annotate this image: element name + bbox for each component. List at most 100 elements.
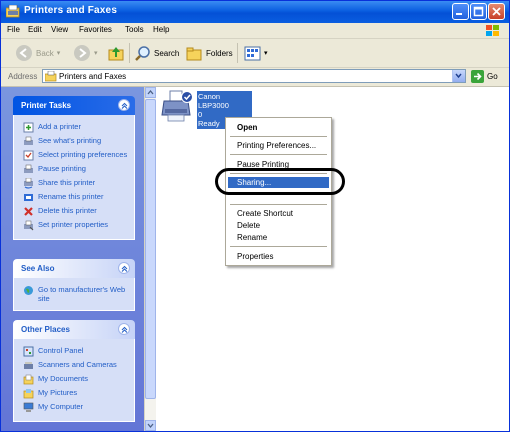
- place-my-documents[interactable]: My Documents: [14, 373, 134, 387]
- task-add-printer[interactable]: Add a printer: [14, 121, 134, 135]
- menu-item-printing-preferences[interactable]: Printing Preferences...: [228, 140, 329, 151]
- see-also-list: Go to manufacturer's Web site: [13, 278, 135, 311]
- menu-separator: [230, 246, 327, 247]
- menu-item-open[interactable]: Open: [228, 122, 329, 133]
- task-see-printing[interactable]: See what's printing: [14, 135, 134, 149]
- pictures-folder-icon: [23, 389, 34, 399]
- task-printing-preferences[interactable]: Select printing preferences: [14, 149, 134, 163]
- menu-favorites[interactable]: Favorites: [79, 25, 112, 34]
- minimize-button[interactable]: [452, 3, 469, 20]
- menu-tools[interactable]: Tools: [125, 25, 144, 34]
- menu-help[interactable]: Help: [153, 25, 169, 34]
- other-places-list: Control Panel Scanners and Cameras My Do…: [13, 339, 135, 422]
- back-button[interactable]: Back ▾: [15, 43, 60, 63]
- back-label: Back: [36, 48, 54, 58]
- scroll-thumb[interactable]: [145, 99, 156, 399]
- menu-edit[interactable]: Edit: [28, 25, 42, 34]
- task-printer-properties[interactable]: Set printer properties: [14, 219, 134, 233]
- toolbar: Back ▾ ▾ Search Folders ▾: [1, 39, 509, 68]
- preferences-icon: [23, 150, 34, 161]
- printer-icon[interactable]: [160, 89, 194, 125]
- other-places-title: Other Places: [21, 325, 70, 334]
- menu-view[interactable]: View: [51, 25, 68, 34]
- see-also-header[interactable]: See Also: [13, 259, 135, 278]
- control-panel-icon: [23, 346, 34, 357]
- place-control-panel[interactable]: Control Panel: [14, 345, 134, 359]
- address-dropdown-button[interactable]: [452, 70, 465, 82]
- printer-name: Canon LBP3000: [198, 92, 229, 110]
- scroll-up-icon: [147, 89, 154, 95]
- address-bar: Address Printers and Faxes Go: [1, 68, 509, 87]
- see-also-title: See Also: [21, 264, 55, 273]
- address-label: Address: [8, 72, 38, 81]
- up-folder-icon: [108, 47, 124, 61]
- toolbar-separator: [237, 43, 238, 63]
- place-my-pictures[interactable]: My Pictures: [14, 387, 134, 401]
- minimize-icon: [456, 13, 462, 15]
- add-printer-icon: [23, 122, 34, 133]
- menu-item-create-shortcut[interactable]: Create Shortcut: [228, 208, 329, 219]
- collapse-button[interactable]: [118, 99, 130, 111]
- views-dropdown-icon[interactable]: ▾: [264, 49, 268, 57]
- place-my-computer[interactable]: My Computer: [14, 401, 134, 415]
- address-field[interactable]: Printers and Faxes: [42, 69, 466, 83]
- menu-file[interactable]: File: [7, 25, 20, 34]
- scroll-down-button[interactable]: [145, 420, 156, 431]
- printer-queue-icon: [24, 136, 33, 145]
- globe-icon: [24, 286, 33, 295]
- printer-tasks-title: Printer Tasks: [21, 101, 72, 110]
- computer-icon: [23, 402, 34, 412]
- properties-icon: [24, 220, 34, 231]
- printer-folder-icon: [6, 5, 20, 18]
- views-icon: [244, 46, 261, 60]
- task-share-printer[interactable]: Share this printer: [14, 177, 134, 191]
- task-pause-printing[interactable]: Pause printing: [14, 163, 134, 177]
- documents-folder-icon: [23, 374, 34, 385]
- back-dropdown-icon[interactable]: ▾: [57, 49, 61, 57]
- other-places-header[interactable]: Other Places: [13, 320, 135, 339]
- menu-bar: File Edit View Favorites Tools Help: [1, 23, 509, 39]
- maximize-button[interactable]: [470, 3, 487, 20]
- forward-dropdown-icon[interactable]: ▾: [94, 49, 98, 57]
- title-bar[interactable]: Printers and Faxes: [1, 1, 509, 23]
- printer-tasks-header[interactable]: Printer Tasks: [13, 96, 135, 115]
- folders-button[interactable]: Folders: [186, 43, 233, 63]
- up-folder-button[interactable]: [107, 43, 125, 63]
- place-scanners-cameras[interactable]: Scanners and Cameras: [14, 359, 134, 373]
- task-pane-scrollbar[interactable]: [144, 87, 156, 431]
- delete-icon: [24, 207, 33, 216]
- folders-icon: [186, 47, 202, 60]
- menu-item-rename[interactable]: Rename: [228, 232, 329, 243]
- printer-tasks-panel: Printer Tasks Add a printer See what's p…: [13, 96, 135, 240]
- printer-tasks-list: Add a printer See what's printing Select…: [13, 115, 135, 240]
- close-button[interactable]: [488, 3, 505, 20]
- menu-item-delete[interactable]: Delete: [228, 220, 329, 231]
- printer-list-area[interactable]: Canon LBP3000 0 Ready: [156, 87, 509, 431]
- task-pane: Printer Tasks Add a printer See what's p…: [1, 87, 144, 431]
- chevron-up-icon: [121, 265, 128, 272]
- search-label: Search: [154, 48, 180, 58]
- chevron-up-icon: [121, 102, 128, 109]
- go-button[interactable]: Go: [471, 70, 498, 83]
- back-arrow-icon: [16, 45, 32, 61]
- chevron-up-icon: [121, 326, 128, 333]
- menu-item-properties[interactable]: Properties: [228, 251, 329, 262]
- task-manufacturer-site[interactable]: Go to manufacturer's Web site: [14, 284, 134, 304]
- chevron-down-icon: [455, 73, 462, 79]
- maximize-icon: [473, 6, 484, 17]
- close-icon: [492, 7, 501, 16]
- forward-button[interactable]: ▾: [73, 43, 98, 63]
- scroll-up-button[interactable]: [145, 87, 156, 98]
- task-delete-printer[interactable]: Delete this printer: [14, 205, 134, 219]
- collapse-button[interactable]: [118, 262, 130, 274]
- search-icon: [135, 45, 150, 61]
- collapse-button[interactable]: [118, 323, 130, 335]
- scanner-icon: [24, 362, 33, 369]
- views-button[interactable]: ▾: [244, 43, 268, 63]
- rename-icon: [24, 194, 33, 201]
- window-title: Printers and Faxes: [24, 5, 118, 16]
- toolbar-separator: [129, 43, 130, 63]
- sharing-highlight-annotation: [215, 168, 345, 195]
- task-rename-printer[interactable]: Rename this printer: [14, 191, 134, 205]
- search-button[interactable]: Search: [134, 43, 179, 63]
